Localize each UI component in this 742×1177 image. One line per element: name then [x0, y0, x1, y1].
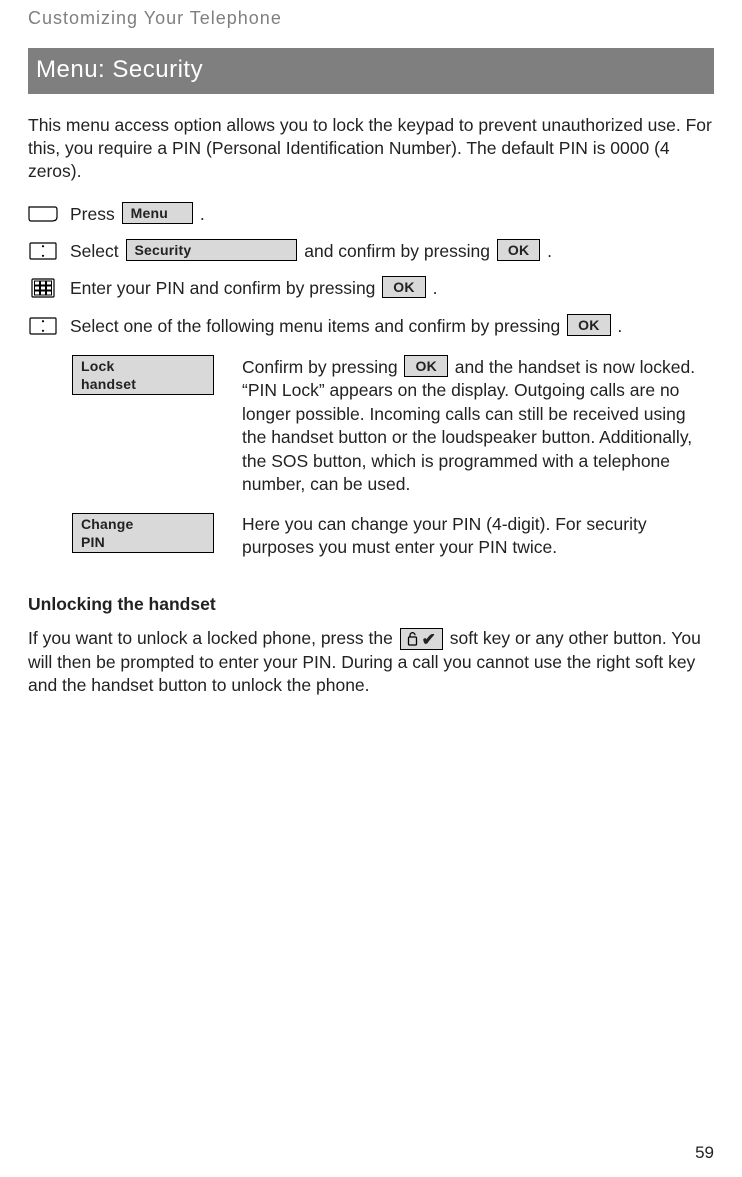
text: . — [200, 204, 205, 224]
step-body: Press Menu . — [70, 201, 714, 227]
step-select-item: Select one of the following menu items a… — [28, 313, 714, 339]
ok-button-chip: OK — [404, 355, 447, 377]
ok-button-chip: OK — [382, 276, 425, 298]
option-label: Change PIN — [70, 513, 216, 556]
option-description: Confirm by pressing OK and the handset i… — [242, 355, 714, 497]
text: Press — [70, 204, 120, 224]
text: . — [547, 241, 552, 261]
ok-button-chip: OK — [567, 314, 610, 336]
option-label: Lock handset — [70, 355, 216, 398]
text: and confirm by pressing — [304, 241, 495, 261]
change-pin-chip: Change PIN — [72, 513, 214, 553]
steps-list: Press Menu . Select Security and confirm… — [28, 201, 714, 560]
step-select-security: Select Security and confirm by pressing … — [28, 238, 714, 264]
keypad-icon — [28, 278, 58, 298]
option-description: Here you can change your PIN (4-digit). … — [242, 513, 714, 560]
text: Confirm by pressing — [242, 357, 402, 377]
unlock-softkey-icon: ✔ — [400, 628, 443, 650]
text: Enter your PIN and confirm by pressing — [70, 278, 380, 298]
step-enter-pin: Enter your PIN and confirm by pressing O… — [28, 275, 714, 301]
nav-key-icon — [28, 316, 58, 336]
options-list: Lock handset Confirm by pressing OK and … — [70, 355, 714, 560]
step-body: Select one of the following menu items a… — [70, 313, 714, 339]
step-body: Enter your PIN and confirm by pressing O… — [70, 275, 714, 301]
option-change-pin: Change PIN Here you can change your PIN … — [70, 513, 714, 560]
section-header: Customizing Your Telephone — [28, 6, 714, 30]
unlock-heading: Unlocking the handset — [28, 593, 714, 617]
step-press-menu: Press Menu . — [28, 201, 714, 227]
menu-button-chip: Menu — [122, 202, 193, 224]
lock-handset-chip: Lock handset — [72, 355, 214, 395]
page-title-bar: Menu: Security — [28, 48, 714, 93]
text: Select one of the following menu items a… — [70, 316, 565, 336]
softkey-icon — [28, 204, 58, 224]
check-icon: ✔ — [422, 631, 436, 648]
option-lock-handset: Lock handset Confirm by pressing OK and … — [70, 355, 714, 497]
text: . — [617, 316, 622, 336]
security-button-chip: Security — [126, 239, 298, 261]
text: and the handset is now locked. “PIN Lock… — [242, 357, 695, 494]
text: . — [433, 278, 438, 298]
nav-key-icon — [28, 241, 58, 261]
page-number: 59 — [695, 1142, 714, 1165]
step-body: Select Security and confirm by pressing … — [70, 238, 714, 264]
unlock-paragraph: If you want to unlock a locked phone, pr… — [28, 627, 714, 697]
ok-button-chip: OK — [497, 239, 540, 261]
text: Select — [70, 241, 124, 261]
text: If you want to unlock a locked phone, pr… — [28, 628, 398, 648]
intro-paragraph: This menu access option allows you to lo… — [28, 114, 714, 183]
